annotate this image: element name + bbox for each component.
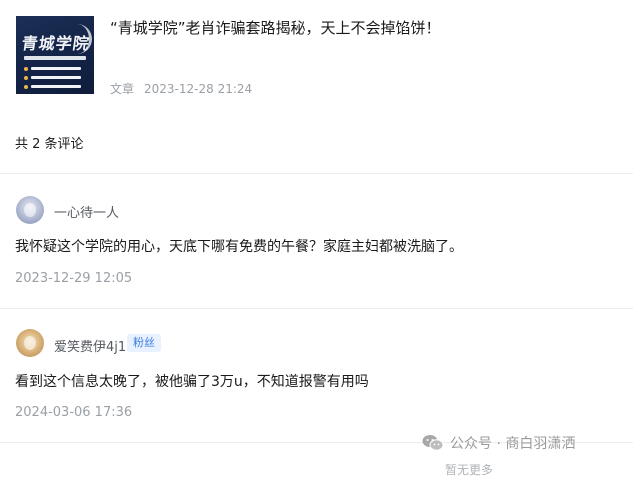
wechat-icon: [422, 434, 444, 452]
comment-item: 一心待一人 我怀疑这个学院的用心，天底下哪有免费的午餐？家庭主妇都被洗脑了。 2…: [0, 174, 633, 305]
article-date: 2023-12-28 21:24: [144, 82, 253, 96]
commenter-name[interactable]: 爱笑费伊4j1: [54, 336, 126, 355]
comment-text: 看到这个信息太晚了，被他骗了3万u，不知道报警有用吗: [15, 374, 369, 390]
article-meta: 文章 2023-12-28 21:24: [110, 80, 252, 97]
avatar-face: [24, 336, 36, 350]
comment-item: 爱笑费伊4j1 粉丝 看到这个信息太晚了，被他骗了3万u，不知道报警有用吗 20…: [0, 309, 633, 439]
thumbnail-bar: [24, 56, 86, 60]
comment-time: 2023-12-29 12:05: [15, 271, 133, 286]
article-card[interactable]: 青城学院 “青城学院”老肖诈骗套路揭秘，天上不会掉馅饼！ 文章 2023-12-2…: [0, 0, 633, 110]
no-more-label: 暂无更多: [445, 463, 494, 477]
comment-time: 2024-03-06 17:36: [15, 405, 133, 420]
avatar[interactable]: [16, 329, 44, 357]
fan-badge: 粉丝: [127, 334, 161, 352]
article-type: 文章: [110, 82, 135, 96]
thumbnail-bar: [31, 85, 81, 88]
comment-text: 我怀疑这个学院的用心，天底下哪有免费的午餐？家庭主妇都被洗脑了。: [15, 239, 463, 255]
commenter-name[interactable]: 一心待一人: [54, 202, 119, 221]
avatar-face: [24, 203, 36, 217]
thumbnail-dot: [24, 76, 28, 80]
article-title[interactable]: “青城学院”老肖诈骗套路揭秘，天上不会掉馅饼！: [110, 17, 441, 38]
thumbnail-dot: [24, 85, 28, 89]
thumbnail-bar: [31, 67, 81, 70]
article-thumbnail[interactable]: 青城学院: [16, 16, 94, 94]
watermark-text: 公众号 · 商白羽潇洒: [450, 436, 576, 452]
avatar[interactable]: [16, 196, 44, 224]
comments-count: 共 2 条评论: [15, 137, 84, 152]
thumbnail-dot: [24, 67, 28, 71]
watermark: 公众号 · 商白羽潇洒: [422, 433, 575, 453]
thumbnail-bar: [31, 76, 81, 79]
